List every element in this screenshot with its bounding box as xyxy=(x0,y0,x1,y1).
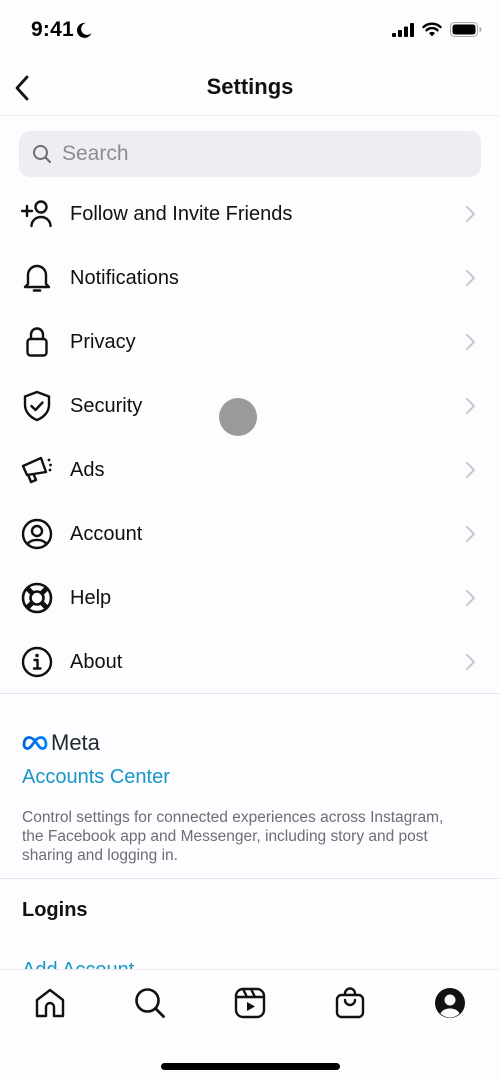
chevron-right-icon xyxy=(466,590,475,606)
menu-item-label: Privacy xyxy=(70,330,136,353)
home-indicator[interactable] xyxy=(161,1063,340,1070)
add-account-link[interactable]: Add Account xyxy=(22,959,134,969)
search-input[interactable] xyxy=(62,142,442,166)
profile-icon xyxy=(435,988,465,1018)
menu-item-label: Notifications xyxy=(70,266,179,289)
status-bar: 9:41 xyxy=(0,0,500,60)
reels-icon xyxy=(234,987,266,1019)
person-circle-icon xyxy=(20,517,54,551)
tab-profile[interactable] xyxy=(425,982,475,1024)
search-field[interactable] xyxy=(19,131,481,177)
tab-search[interactable] xyxy=(125,982,175,1024)
menu-item-label: Ads xyxy=(70,458,105,481)
chevron-right-icon xyxy=(466,526,475,542)
menu-item-help[interactable]: Help xyxy=(0,566,500,630)
meta-logo: Meta xyxy=(22,730,100,756)
moon-icon xyxy=(76,22,92,38)
menu-item-about[interactable]: About xyxy=(0,630,500,694)
chevron-right-icon xyxy=(466,462,475,478)
tab-shop[interactable] xyxy=(325,982,375,1024)
menu-item-privacy[interactable]: Privacy xyxy=(0,310,500,374)
meta-brand-text: Meta xyxy=(51,730,100,755)
cellular-signal-icon xyxy=(392,22,414,37)
battery-icon xyxy=(450,22,482,37)
info-circle-icon xyxy=(20,645,54,679)
accounts-center-description: Control settings for connected experienc… xyxy=(22,809,444,864)
tab-home[interactable] xyxy=(25,982,75,1024)
chevron-right-icon xyxy=(466,206,475,222)
home-icon xyxy=(35,988,65,1018)
meta-infinity-icon xyxy=(22,736,48,750)
status-icons xyxy=(392,22,482,37)
chevron-right-icon xyxy=(466,398,475,414)
menu-item-label: Follow and Invite Friends xyxy=(70,202,293,225)
menu-item-label: Account xyxy=(70,522,143,545)
add-person-icon xyxy=(20,197,54,231)
menu-item-account[interactable]: Account xyxy=(0,502,500,566)
menu-item-follow-invite-friends[interactable]: Follow and Invite Friends xyxy=(0,182,500,246)
status-time: 9:41 xyxy=(31,18,74,41)
chevron-right-icon xyxy=(466,654,475,670)
logins-heading: Logins xyxy=(22,899,88,921)
accounts-center-link[interactable]: Accounts Center xyxy=(22,766,170,789)
menu-item-notifications[interactable]: Notifications xyxy=(0,246,500,310)
menu-item-label: Help xyxy=(70,586,112,609)
touch-indicator xyxy=(219,398,257,436)
chevron-right-icon xyxy=(466,270,475,286)
section-divider xyxy=(0,878,500,879)
wifi-icon xyxy=(422,22,442,37)
menu-item-ads[interactable]: Ads xyxy=(0,438,500,502)
navigation-bar: Settings xyxy=(0,60,500,116)
page-title: Settings xyxy=(206,74,294,99)
megaphone-icon xyxy=(20,453,54,487)
search-icon xyxy=(33,145,52,164)
shield-check-icon xyxy=(20,389,54,423)
lock-icon xyxy=(20,325,54,359)
tab-reels[interactable] xyxy=(225,982,275,1024)
chevron-right-icon xyxy=(466,334,475,350)
meta-accounts-center-section: Meta Accounts Center Control settings fo… xyxy=(0,694,500,878)
menu-item-label: About xyxy=(70,650,123,673)
lifebuoy-icon xyxy=(20,581,54,615)
bell-icon xyxy=(20,261,54,295)
search-icon xyxy=(135,988,165,1018)
menu-item-label: Security xyxy=(70,394,143,417)
tab-bar xyxy=(0,969,500,1080)
settings-menu: Follow and Invite Friends Notifications … xyxy=(0,182,500,694)
shopping-bag-icon xyxy=(335,987,365,1019)
